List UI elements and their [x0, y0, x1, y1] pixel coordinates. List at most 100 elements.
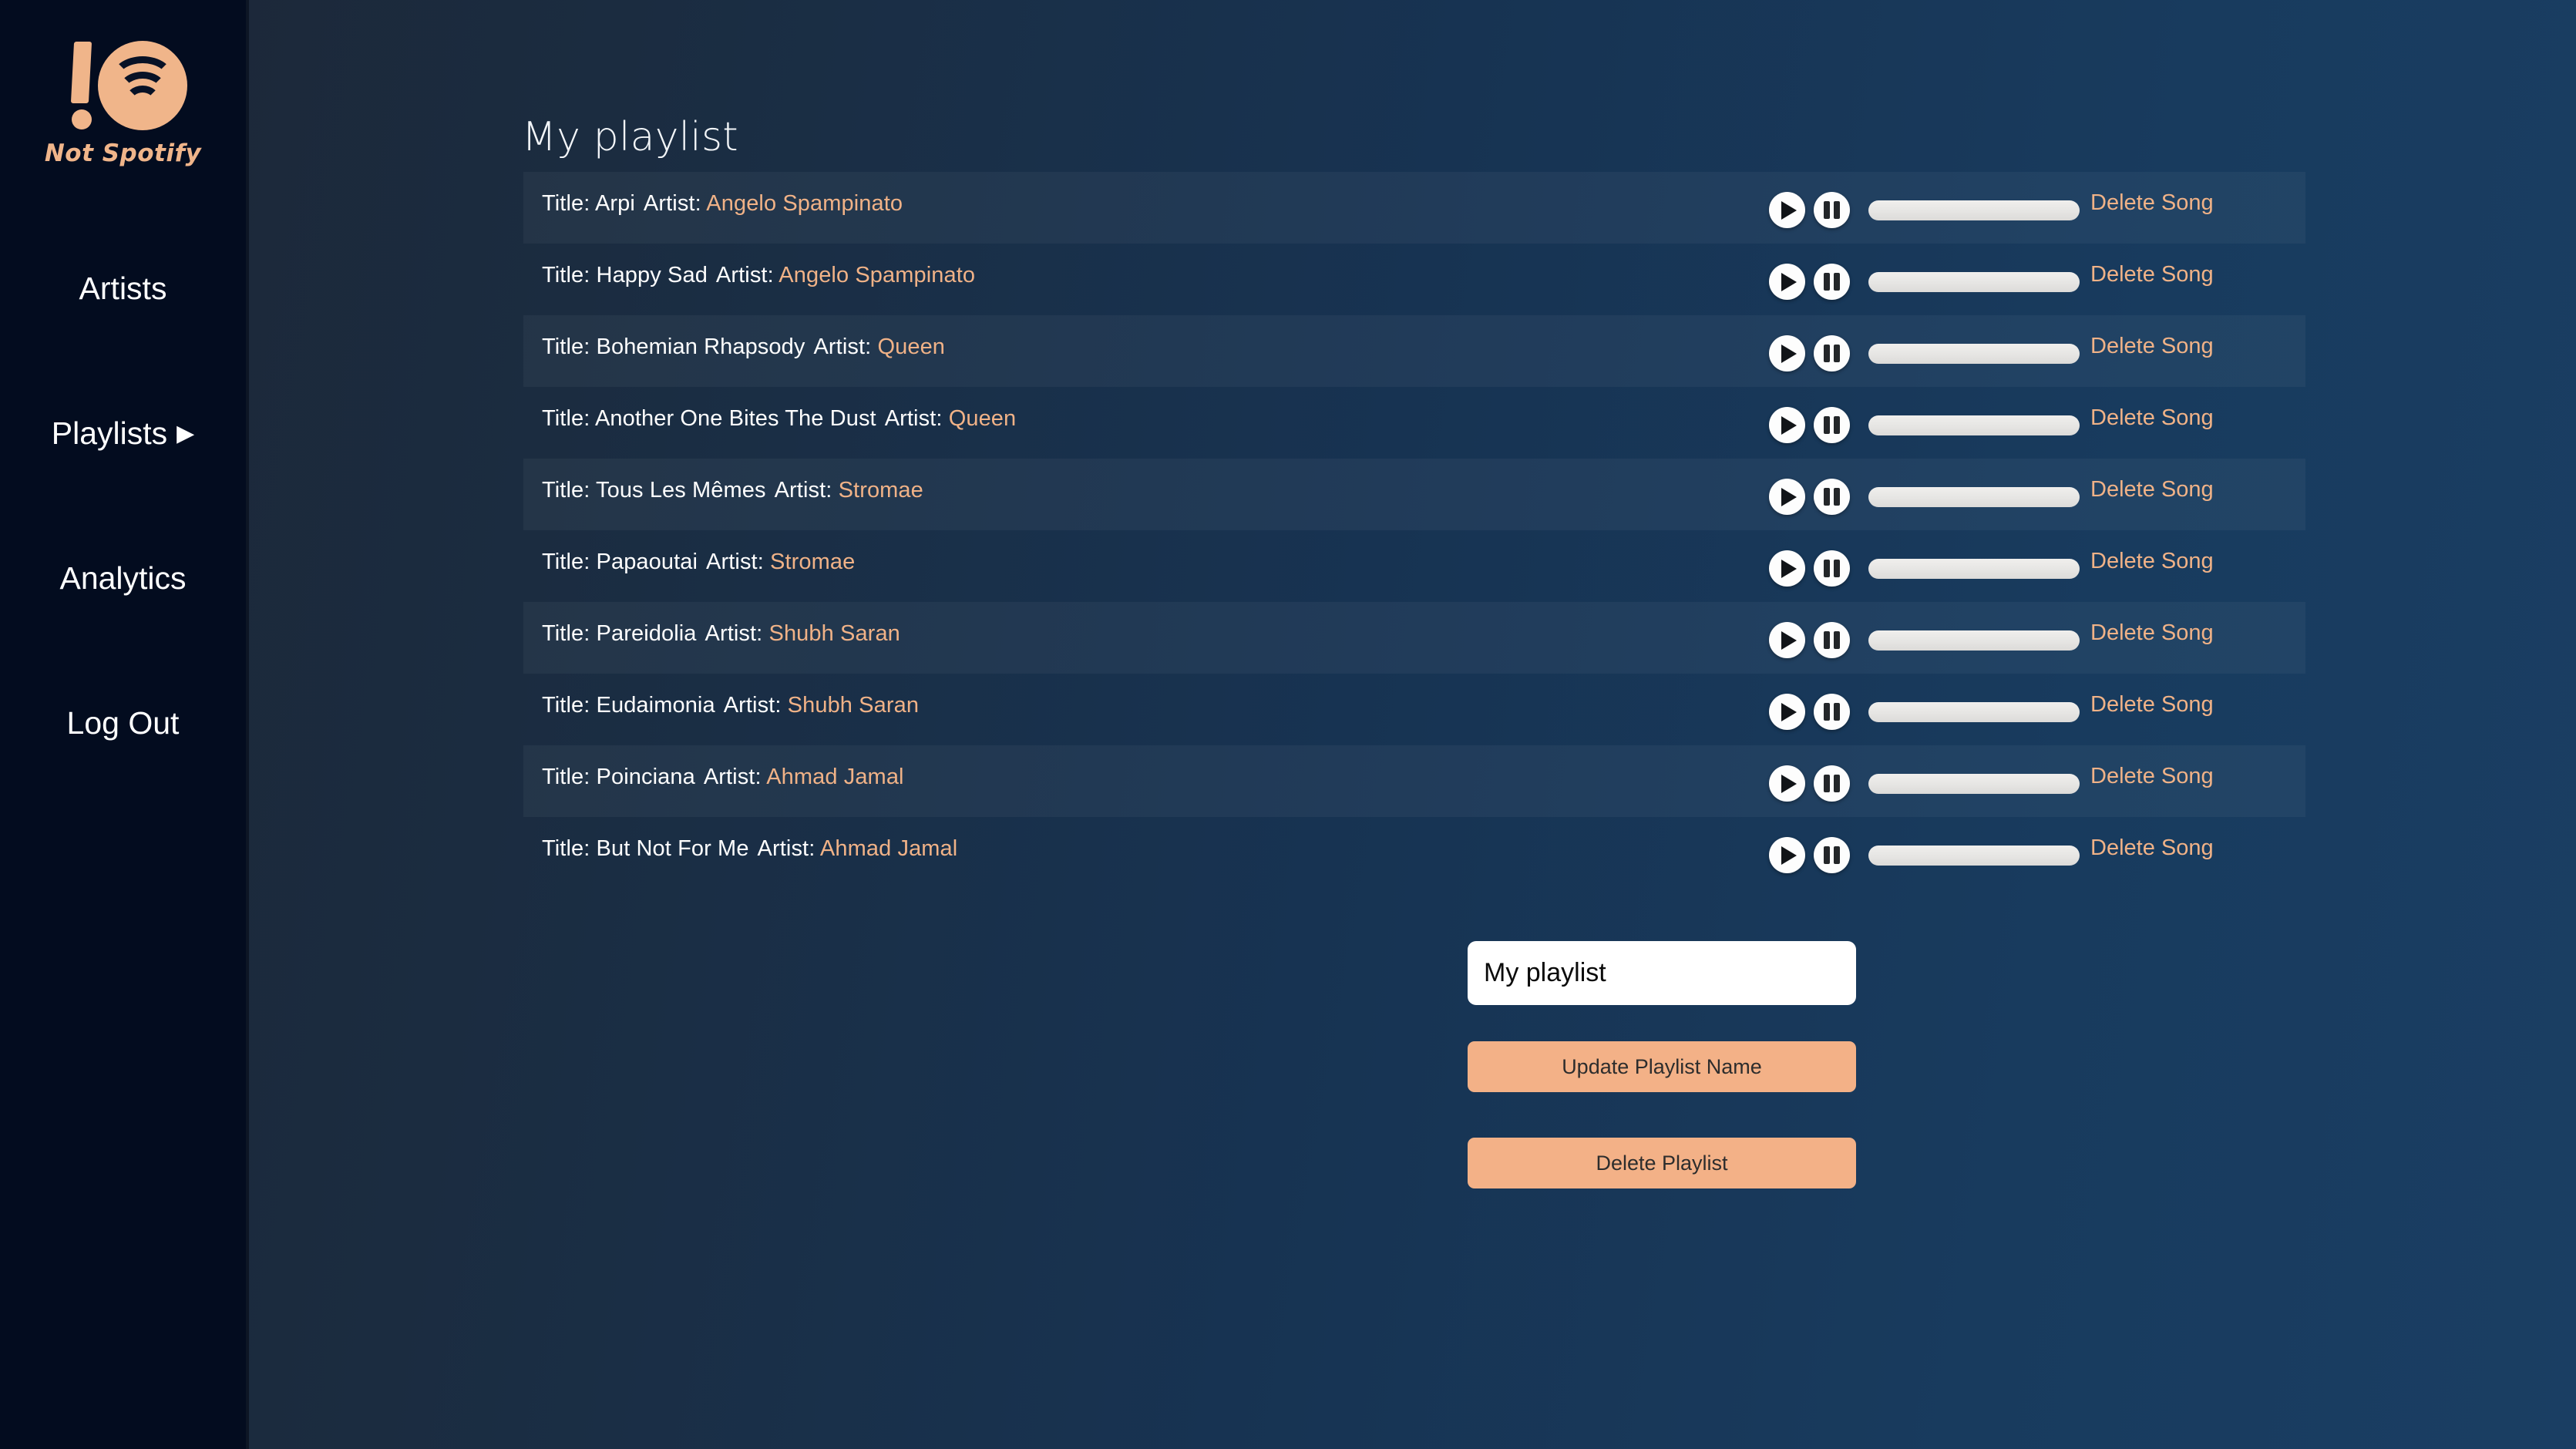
- title-prefix: Title:: [542, 406, 595, 431]
- delete-song-button[interactable]: Delete Song: [2090, 190, 2214, 216]
- progress-bar[interactable]: [1868, 630, 2080, 651]
- song-title: Poinciana: [596, 765, 695, 789]
- play-button[interactable]: [1769, 765, 1805, 802]
- pause-button[interactable]: [1814, 335, 1850, 371]
- song-label: Title: Tous Les Mêmes Artist: Stromae: [542, 478, 923, 503]
- progress-bar[interactable]: [1868, 343, 2080, 364]
- progress-bar[interactable]: [1868, 486, 2080, 507]
- song-artist: Shubh Saran: [787, 693, 920, 718]
- song-title: Pareidolia: [596, 621, 697, 646]
- title-prefix: Title:: [542, 621, 597, 646]
- song-title: Papaoutai: [596, 550, 698, 574]
- title-prefix: Title:: [542, 550, 597, 574]
- progress-bar[interactable]: [1868, 200, 2080, 220]
- play-icon: [1781, 702, 1797, 721]
- delete-song-button[interactable]: Delete Song: [2090, 405, 2214, 431]
- pause-icon: [1824, 345, 1840, 362]
- play-icon: [1781, 344, 1797, 363]
- sidebar-item-analytics[interactable]: Analytics: [0, 506, 246, 651]
- play-button[interactable]: [1769, 479, 1805, 515]
- page-title: My playlist: [522, 114, 738, 160]
- delete-playlist-button[interactable]: Delete Playlist: [1468, 1138, 1856, 1188]
- player-controls: [1769, 407, 2080, 443]
- pause-icon: [1824, 846, 1840, 864]
- progress-bar[interactable]: [1868, 701, 2080, 722]
- progress-bar[interactable]: [1868, 773, 2080, 794]
- playlist-name-input[interactable]: [1468, 941, 1856, 1005]
- player-controls: [1769, 192, 2080, 228]
- play-button[interactable]: [1769, 264, 1805, 300]
- pause-icon: [1824, 488, 1840, 506]
- progress-bar[interactable]: [1868, 415, 2080, 435]
- pause-button[interactable]: [1814, 192, 1850, 228]
- song-label: Title: Poinciana Artist: Ahmad Jamal: [542, 765, 904, 790]
- pause-button[interactable]: [1814, 264, 1850, 300]
- artist-prefix: Artist:: [884, 406, 949, 431]
- progress-bar[interactable]: [1868, 558, 2080, 579]
- song-artist: Queen: [948, 406, 1017, 431]
- play-button[interactable]: [1769, 335, 1805, 371]
- pause-button[interactable]: [1814, 407, 1850, 443]
- brand-logo[interactable]: Not Spotify: [45, 23, 201, 182]
- song-title: Happy Sad: [596, 263, 708, 287]
- song-row: Title: Arpi Artist: Angelo Spampinato Dele…: [523, 172, 2305, 244]
- sidebar-item-artists[interactable]: Artists: [0, 216, 246, 361]
- player-controls: [1769, 837, 2080, 873]
- player-controls: [1769, 335, 2080, 371]
- play-icon: [1781, 774, 1797, 793]
- pause-button[interactable]: [1814, 622, 1850, 658]
- artist-prefix: Artist:: [706, 550, 771, 574]
- song-title: Another One Bites The Dust: [594, 406, 876, 431]
- sidebar-item-playlists[interactable]: Playlists ▶: [0, 361, 246, 506]
- song-artist: Stromae: [770, 550, 856, 574]
- delete-song-button[interactable]: Delete Song: [2090, 620, 2214, 646]
- delete-song-button[interactable]: Delete Song: [2090, 477, 2214, 503]
- song-title: Bohemian Rhapsody: [596, 335, 805, 359]
- delete-song-button[interactable]: Delete Song: [2090, 764, 2214, 789]
- pause-button[interactable]: [1814, 694, 1850, 730]
- delete-song-button[interactable]: Delete Song: [2090, 262, 2214, 287]
- play-button[interactable]: [1769, 192, 1805, 228]
- play-button[interactable]: [1769, 550, 1805, 587]
- pause-button[interactable]: [1814, 765, 1850, 802]
- play-button[interactable]: [1769, 694, 1805, 730]
- title-prefix: Title:: [542, 693, 597, 718]
- main-content: My playlist Title: Arpi Artist: Angelo Sp…: [249, 0, 2576, 1449]
- song-artist: Ahmad Jamal: [819, 836, 958, 861]
- app-root: Not Spotify Artists Playlists ▶ Analytic…: [0, 0, 2576, 1449]
- exclamation-dot-icon: [71, 109, 92, 129]
- sidebar-item-label: Log Out: [66, 704, 180, 741]
- pause-button[interactable]: [1814, 550, 1850, 587]
- play-button[interactable]: [1769, 622, 1805, 658]
- wave-arc-3-icon: [124, 85, 160, 116]
- song-artist: Shubh Saran: [768, 621, 900, 646]
- song-list: Title: Arpi Artist: Angelo Spampinato Dele…: [523, 172, 2305, 889]
- song-label: Title: Bohemian Rhapsody Artist: Queen: [542, 335, 945, 360]
- delete-song-button[interactable]: Delete Song: [2090, 549, 2214, 574]
- pause-button[interactable]: [1814, 837, 1850, 873]
- sidebar-item-log-out[interactable]: Log Out: [0, 651, 246, 795]
- song-label: Title: Pareidolia Artist: Shubh Saran: [542, 621, 900, 647]
- delete-song-button[interactable]: Delete Song: [2090, 692, 2214, 718]
- exclamation-bar-icon: [70, 41, 92, 103]
- pause-icon: [1824, 703, 1840, 721]
- player-controls: [1769, 765, 2080, 802]
- artist-prefix: Artist:: [705, 621, 769, 646]
- delete-song-button[interactable]: Delete Song: [2090, 835, 2214, 861]
- title-prefix: Title:: [542, 836, 597, 861]
- play-icon: [1781, 200, 1797, 220]
- song-label: Title: But Not For Me Artist: Ahmad Jamal: [542, 836, 957, 862]
- pause-icon: [1824, 273, 1840, 291]
- title-prefix: Title:: [542, 191, 595, 216]
- delete-song-button[interactable]: Delete Song: [2090, 334, 2214, 359]
- progress-bar[interactable]: [1868, 845, 2080, 866]
- play-icon: [1781, 630, 1797, 650]
- play-button[interactable]: [1769, 837, 1805, 873]
- progress-bar[interactable]: [1868, 271, 2080, 292]
- sidebar-item-label: Artists: [79, 270, 167, 306]
- pause-button[interactable]: [1814, 479, 1850, 515]
- song-row: Title: Bohemian Rhapsody Artist: Queen Del…: [523, 315, 2305, 387]
- artist-prefix: Artist:: [703, 765, 767, 789]
- play-button[interactable]: [1769, 407, 1805, 443]
- update-playlist-name-button[interactable]: Update Playlist Name: [1468, 1041, 1856, 1092]
